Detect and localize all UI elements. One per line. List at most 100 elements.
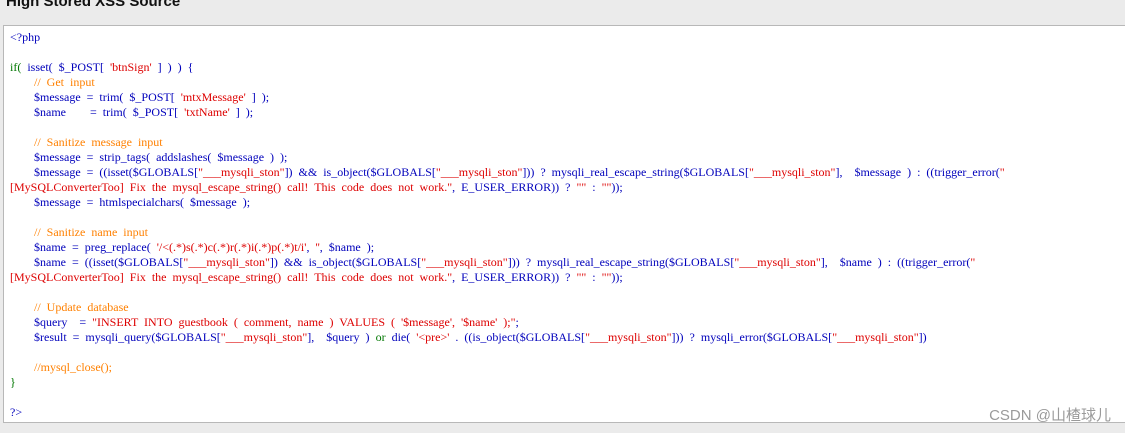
code-line: ?> <box>10 405 1005 420</box>
page-title: High Stored XSS Source <box>6 0 181 10</box>
code-token: ], $query ) <box>307 330 376 344</box>
code-token: [MySQLConverterToo] Fix the mysql_escape… <box>10 270 453 284</box>
code-token: ], $message ) : ((trigger_error( <box>835 165 1000 179</box>
code-line: $name = preg_replace( '/<(.*)s(.*)c(.*)r… <box>10 240 1005 255</box>
code-token: // Sanitize name input <box>34 225 148 239</box>
code-token: $name = preg_replace( <box>10 240 157 254</box>
code-token: if( <box>10 60 28 74</box>
code-token: isset( $_POST[ <box>27 60 110 74</box>
code-token: "___mysqli_ston" <box>734 255 821 269</box>
code-token: : <box>586 180 602 194</box>
code-token: "" <box>576 180 587 194</box>
code-token: ], $name ) : ((trigger_error( <box>820 255 971 269</box>
code-line: $name = trim( $_POST[ 'txtName' ] ); <box>10 105 1005 120</box>
code-token: "___mysqli_ston" <box>832 330 919 344</box>
code-line: $message = strip_tags( addslashes( $mess… <box>10 150 1005 165</box>
code-token: : <box>586 270 602 284</box>
code-token: "___mysqli_ston" <box>220 330 308 344</box>
code-token: $name = trim( $_POST[ <box>10 105 185 119</box>
code-token: )); <box>611 270 623 284</box>
code-token: // Get input <box>34 75 95 89</box>
code-token: // Update database <box>34 300 129 314</box>
code-line: // Get input <box>10 75 1005 90</box>
code-line: $result = mysqli_query($GLOBALS["___mysq… <box>10 330 1005 345</box>
code-token: "___mysqli_ston" <box>435 165 523 179</box>
code-line: $message = trim( $_POST[ 'mtxMessage' ] … <box>10 90 1005 105</box>
code-token: , E_USER_ERROR)) ? <box>452 180 577 194</box>
code-token: "" <box>576 270 587 284</box>
code-token: . ((is_object($GLOBALS[ <box>449 330 586 344</box>
code-token: ])) ? mysqli_error($GLOBALS[ <box>671 330 833 344</box>
code-token: "" <box>601 270 612 284</box>
code-token: // Sanitize message input <box>34 135 163 149</box>
code-line: // Sanitize message input <box>10 135 1005 150</box>
code-token: 'txtName' <box>184 105 230 119</box>
code-line: [MySQLConverterToo] Fix the mysql_escape… <box>10 270 1005 285</box>
code-token: " <box>970 255 976 269</box>
code-token: ]) <box>918 330 927 344</box>
code-token: "___mysqli_ston" <box>183 255 270 269</box>
code-token: 'btnSign' <box>110 60 152 74</box>
code-line: if( isset( $_POST[ 'btnSign' ] ) ) { <box>10 60 1005 75</box>
code-token: ])) ? mysqli_real_escape_string($GLOBALS… <box>522 165 749 179</box>
code-token: "___mysqli_ston" <box>585 330 672 344</box>
code-line: //mysql_close(); <box>10 360 1005 375</box>
csdn-watermark: CSDN @山楂球儿 <box>989 407 1111 424</box>
code-line: [MySQLConverterToo] Fix the mysql_escape… <box>10 180 1005 195</box>
code-token: or <box>375 330 392 344</box>
code-line: // Sanitize name input <box>10 225 1005 240</box>
code-token: die( <box>391 330 417 344</box>
code-token: ; <box>515 315 519 329</box>
code-token: $message = strip_tags( addslashes( $mess… <box>10 150 288 164</box>
code-token: ] ); <box>229 105 254 119</box>
code-token: ?> <box>10 405 23 419</box>
code-token: ])) ? mysqli_real_escape_string($GLOBALS… <box>507 255 735 269</box>
code-token: '<pre>' <box>416 330 450 344</box>
code-token: //mysql_close(); <box>34 360 112 374</box>
code-token: ] ); <box>245 90 270 104</box>
code-token: "" <box>601 180 612 194</box>
code-token: "INSERT INTO guestbook ( comment, name )… <box>92 315 516 329</box>
code-line: // Update database <box>10 300 1005 315</box>
code-token: "___mysqli_ston" <box>421 255 508 269</box>
code-token: $name = ((isset($GLOBALS[ <box>10 255 184 269</box>
source-code-panel: <?php if( isset( $_POST[ 'btnSign' ] ) ) … <box>3 25 1125 423</box>
code-token: $result = mysqli_query($GLOBALS[ <box>10 330 221 344</box>
code-line: } <box>10 375 1005 390</box>
code-token: ]) && is_object($GLOBALS[ <box>269 255 422 269</box>
code-token: "___mysqli_ston" <box>748 165 836 179</box>
code-token: )); <box>611 180 623 194</box>
code-line: <?php <box>10 30 1005 45</box>
code-token: [MySQLConverterToo] Fix the mysql_escape… <box>10 180 453 194</box>
code-token: $message = ((isset($GLOBALS[ <box>10 165 199 179</box>
code-token: " <box>999 165 1005 179</box>
code-token: ]) && is_object($GLOBALS[ <box>284 165 436 179</box>
code-token: $message = trim( $_POST[ <box>10 90 181 104</box>
code-token: } <box>10 375 16 389</box>
code-token: $message = htmlspecialchars( $message ); <box>10 195 251 209</box>
code-token: , $name ); <box>319 240 375 254</box>
code-line: $query = "INSERT INTO guestbook ( commen… <box>10 315 1005 330</box>
php-source-code: <?php if( isset( $_POST[ 'btnSign' ] ) ) … <box>10 30 1005 420</box>
code-token: $query = <box>10 315 93 329</box>
code-line: $name = ((isset($GLOBALS["___mysqli_ston… <box>10 255 1005 270</box>
code-line: $message = htmlspecialchars( $message ); <box>10 195 1005 210</box>
code-token: <?php <box>10 30 41 44</box>
code-token: , E_USER_ERROR)) ? <box>452 270 577 284</box>
code-token: ] ) ) { <box>151 60 194 74</box>
code-token: "___mysqli_ston" <box>198 165 285 179</box>
code-line: $message = ((isset($GLOBALS["___mysqli_s… <box>10 165 1005 180</box>
code-token: 'mtxMessage' <box>180 90 246 104</box>
code-token: '/<(.*)s(.*)c(.*)r(.*)i(.*)p(.*)t/i' <box>156 240 307 254</box>
